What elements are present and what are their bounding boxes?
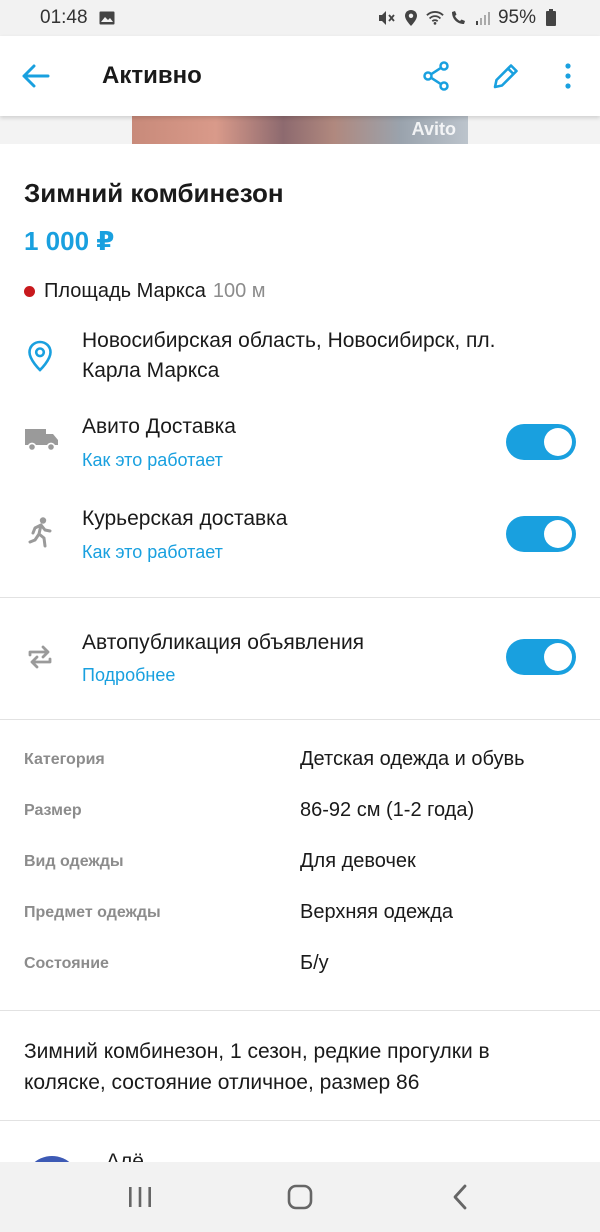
how-it-works-link[interactable]: Как это работает	[82, 450, 223, 471]
address-line-2: Карла Маркса	[82, 359, 220, 382]
location-pin-icon	[24, 340, 56, 372]
param-label: Предмет одежды	[24, 904, 161, 921]
photo-watermark: Avito	[411, 119, 456, 139]
divider	[0, 597, 600, 598]
listing-title: Зимний комбинезон	[24, 178, 284, 208]
autopublication-toggle[interactable]	[506, 639, 576, 675]
param-value: Для девочек	[300, 850, 416, 872]
address-text: Новосибирская область, Новосибирск, пл. …	[82, 326, 496, 386]
status-time: 01:48	[40, 7, 88, 28]
wifi-calling-icon	[450, 9, 468, 27]
signal-icon	[474, 9, 492, 27]
truck-icon	[24, 424, 60, 456]
system-nav-bar	[0, 1162, 600, 1232]
description-line-1: Зимний комбинезон, 1 сезон, редкие прогу…	[24, 1040, 490, 1063]
back-icon[interactable]	[440, 1177, 480, 1217]
param-value: 86-92 см (1-2 года)	[300, 799, 475, 821]
listing-photo[interactable]: Avito	[132, 116, 468, 144]
toggle-knob	[544, 428, 572, 456]
more-info-link[interactable]: Подробнее	[82, 665, 175, 686]
option-label: Автопубликация объявления	[82, 631, 365, 654]
more-vertical-icon[interactable]	[558, 58, 578, 94]
metro-line-dot	[24, 286, 35, 297]
status-bar: 01:48 95%	[0, 0, 600, 36]
share-icon[interactable]	[418, 58, 454, 94]
option-label: Курьерская доставка	[82, 507, 288, 530]
edit-pencil-icon[interactable]	[488, 58, 524, 94]
param-label: Состояние	[24, 955, 109, 972]
metro-station: Площадь Маркса	[44, 280, 206, 302]
courier-delivery-toggle[interactable]	[506, 516, 576, 552]
wifi-icon	[426, 9, 444, 27]
option-label: Авито Доставка	[82, 415, 236, 438]
repeat-icon	[24, 641, 56, 673]
recent-apps-icon[interactable]	[120, 1177, 160, 1217]
battery-icon	[542, 9, 560, 27]
photo-gallery[interactable]: Avito	[0, 116, 600, 144]
description-line-2: коляске, состояние отличное, размер 86	[24, 1071, 420, 1094]
mute-icon	[378, 9, 396, 27]
divider	[0, 719, 600, 720]
option-avito-delivery: Авито Доставка Как это работает	[0, 410, 600, 480]
toggle-knob	[544, 520, 572, 548]
param-value: Верхняя одежда	[300, 901, 454, 923]
back-arrow-icon[interactable]	[18, 58, 54, 94]
option-courier-delivery: Курьерская доставка Как это работает	[0, 502, 600, 572]
param-label: Размер	[24, 802, 82, 819]
option-autopublication: Автопубликация объявления Подробнее	[0, 625, 600, 695]
how-it-works-link[interactable]: Как это работает	[82, 542, 223, 563]
param-label: Вид одежды	[24, 853, 124, 870]
metro-distance: 100 м	[212, 280, 266, 302]
app-bar: Активно	[0, 36, 600, 116]
address-line-1: Новосибирская область, Новосибирск, пл.	[82, 329, 496, 352]
runner-icon	[24, 516, 56, 548]
listing-description: Зимний комбинезон, 1 сезон, редкие прогу…	[24, 1036, 574, 1098]
metro-info: Площадь Маркса 100 м	[24, 280, 266, 303]
param-value: Б/у	[300, 952, 329, 974]
battery-percent: 95%	[497, 7, 536, 28]
toggle-knob	[544, 643, 572, 671]
home-icon[interactable]	[280, 1177, 320, 1217]
avito-delivery-toggle[interactable]	[506, 424, 576, 460]
gallery-icon	[98, 9, 116, 27]
divider	[0, 1010, 600, 1011]
page-title: Активно	[102, 62, 202, 89]
param-value: Детская одежда и обувь	[300, 748, 525, 770]
divider	[0, 1120, 600, 1121]
location-icon	[402, 9, 420, 27]
param-label: Категория	[24, 751, 105, 768]
listing-price: 1 000 ₽	[24, 226, 115, 256]
address-row: Новосибирская область, Новосибирск, пл. …	[0, 326, 600, 396]
